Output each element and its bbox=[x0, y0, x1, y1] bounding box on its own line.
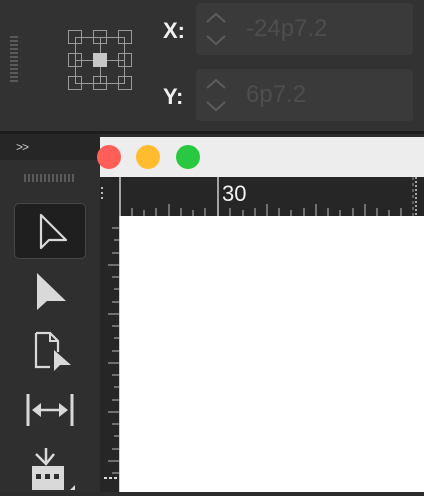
y-value[interactable]: 6p7.2 bbox=[246, 81, 306, 109]
zoom-window-button[interactable] bbox=[176, 145, 200, 169]
ref-point-bottom-left[interactable] bbox=[68, 76, 82, 90]
tools-panel-header bbox=[0, 134, 100, 160]
ref-point-top-right[interactable] bbox=[118, 30, 132, 44]
x-stepper[interactable] bbox=[202, 7, 230, 51]
y-label: Y: bbox=[163, 84, 184, 109]
arrow-outline-icon bbox=[39, 213, 68, 250]
x-position-field[interactable]: -24p7.2 bbox=[196, 3, 413, 55]
close-window-button[interactable] bbox=[97, 145, 121, 169]
vertical-ruler[interactable] bbox=[100, 216, 120, 492]
ruler-ticks bbox=[100, 177, 417, 216]
ref-point-middle-right[interactable] bbox=[118, 53, 132, 67]
page-tool[interactable] bbox=[14, 325, 86, 381]
y-position-field[interactable]: 6p7.2 bbox=[196, 69, 413, 121]
ref-point-center[interactable] bbox=[93, 53, 107, 67]
stepper-icon bbox=[206, 12, 226, 46]
content-collector-icon bbox=[32, 448, 75, 490]
ref-point-bottom-right[interactable] bbox=[118, 76, 132, 90]
direct-selection-tool[interactable] bbox=[14, 264, 86, 320]
reference-point-locator[interactable] bbox=[68, 30, 132, 92]
ref-point-bottom-center[interactable] bbox=[93, 76, 107, 90]
selection-tool[interactable] bbox=[14, 203, 86, 259]
ruler-label: 30 bbox=[222, 181, 247, 206]
ref-point-top-center[interactable] bbox=[93, 30, 107, 44]
control-bar-grip[interactable] bbox=[10, 36, 18, 84]
horizontal-ruler[interactable]: 30 bbox=[100, 177, 424, 216]
arrow-filled-icon bbox=[37, 273, 66, 310]
gap-arrows-icon bbox=[26, 394, 74, 426]
gap-tool[interactable] bbox=[14, 382, 86, 438]
stepper-icon bbox=[206, 78, 226, 112]
y-stepper[interactable] bbox=[202, 73, 230, 117]
ruler-ticks bbox=[104, 216, 120, 492]
document-titlebar bbox=[97, 137, 424, 177]
x-label: X: bbox=[163, 18, 185, 43]
content-collector-tool[interactable] bbox=[14, 440, 86, 496]
ref-point-middle-left[interactable] bbox=[68, 53, 82, 67]
collapse-panel-button[interactable]: >> bbox=[16, 140, 29, 154]
tools-panel-grip[interactable] bbox=[24, 174, 76, 182]
ref-point-top-left[interactable] bbox=[68, 30, 82, 44]
page-arrow-icon bbox=[34, 331, 71, 371]
x-value[interactable]: -24p7.2 bbox=[246, 15, 327, 43]
minimize-window-button[interactable] bbox=[136, 145, 160, 169]
document-canvas[interactable] bbox=[120, 216, 424, 492]
